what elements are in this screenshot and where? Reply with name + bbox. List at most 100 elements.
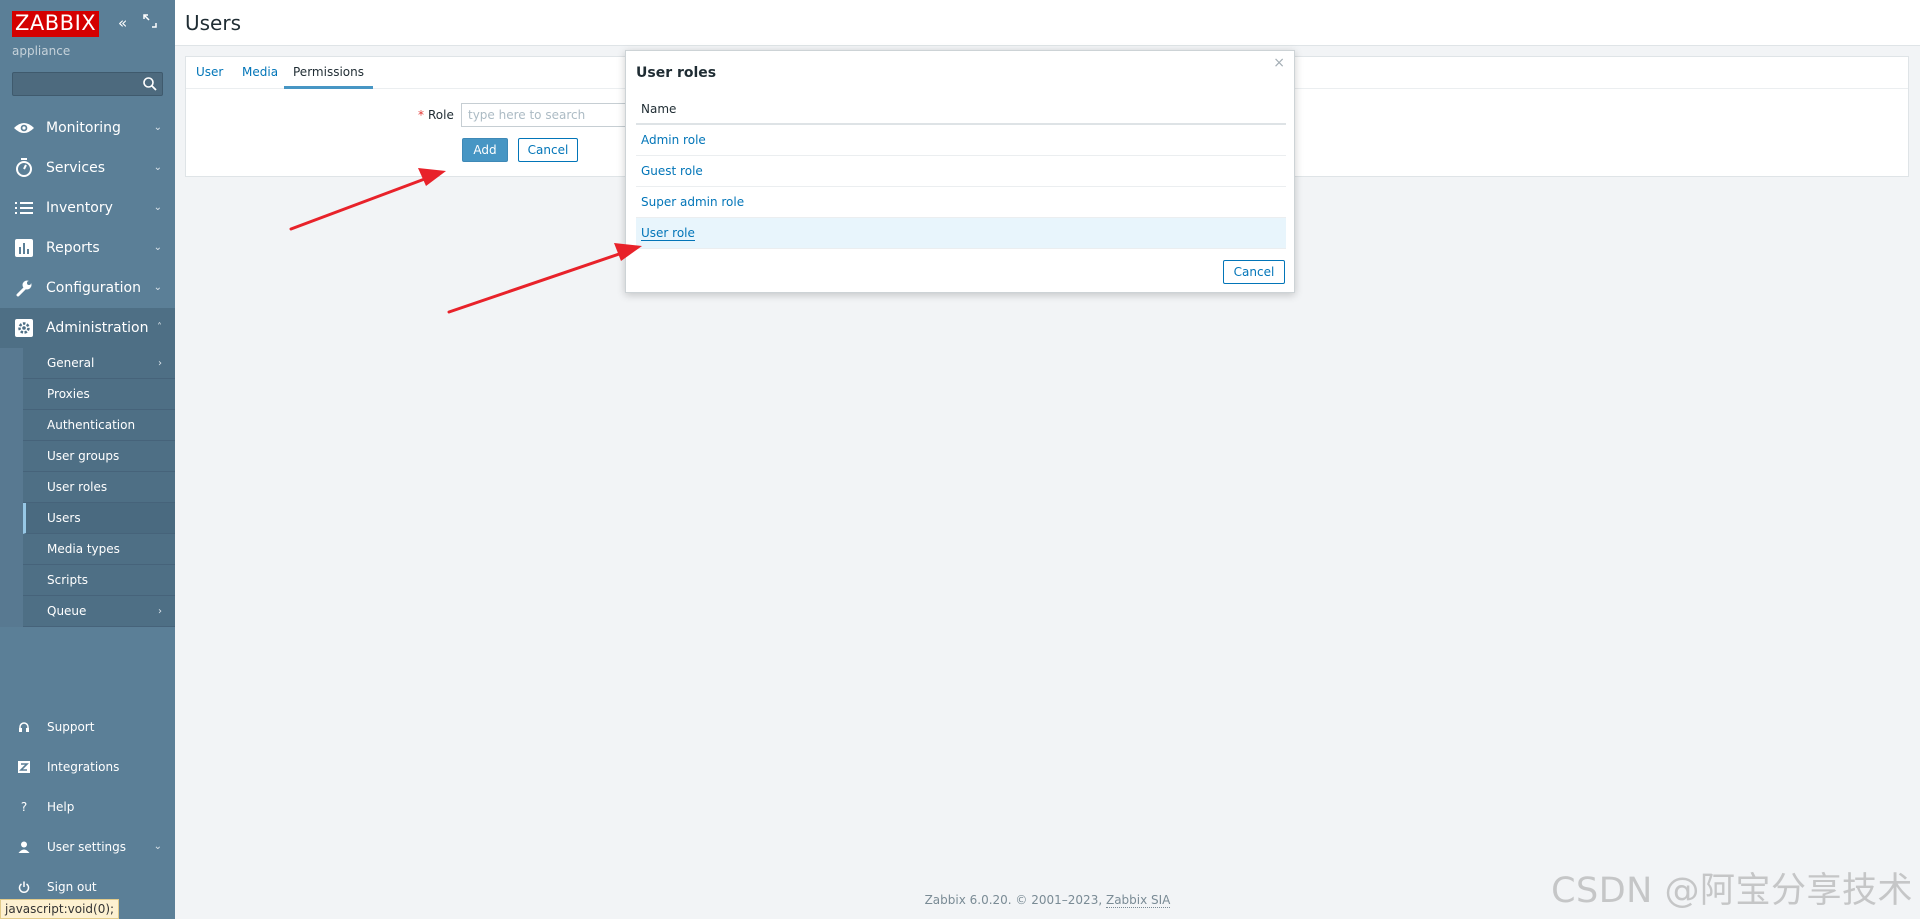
table-row: Guest role [636, 156, 1286, 187]
question-icon: ? [20, 800, 28, 814]
submenu-general[interactable]: General › [23, 348, 175, 379]
menu-label: User settings [47, 840, 127, 854]
bottom-menu: Support Integrations ? Help User setting… [0, 707, 175, 907]
submenu-users[interactable]: Users [23, 503, 175, 534]
chevron-down-icon: ⌄ [153, 242, 162, 253]
headset-icon [16, 719, 32, 735]
chevron-down-icon: ⌄ [153, 162, 162, 173]
chevron-right-icon: › [158, 606, 162, 617]
status-bar-url: javascript:void(0); [0, 899, 120, 919]
cancel-button[interactable]: Cancel [518, 138, 578, 162]
submenu-label: Media types [47, 542, 120, 556]
page-header: Users [175, 0, 1920, 46]
user-icon [16, 839, 32, 855]
menu-label: Administration [46, 320, 149, 336]
z-icon [16, 759, 32, 775]
close-icon[interactable]: × [1273, 55, 1285, 71]
submenu-user-groups[interactable]: User groups [23, 441, 175, 472]
menu-monitoring[interactable]: Monitoring ⌄ [0, 108, 175, 148]
watermark: CSDN @阿宝分享技术 [1551, 871, 1913, 911]
submenu-label: Queue [47, 604, 87, 618]
menu-support[interactable]: Support [0, 707, 175, 747]
submenu-media-types[interactable]: Media types [23, 534, 175, 565]
menu-services[interactable]: Services ⌄ [0, 148, 175, 188]
sidebar-search [12, 72, 163, 96]
menu-inventory[interactable]: Inventory ⌄ [0, 188, 175, 228]
role-link-admin[interactable]: Admin role [641, 133, 706, 147]
roles-table: Name Admin role Guest role Super admin r… [636, 94, 1286, 249]
table-row: User role [636, 218, 1286, 249]
submenu-label: Users [47, 511, 81, 525]
menu-integrations[interactable]: Integrations [0, 747, 175, 787]
chevron-down-icon: ⌄ [153, 122, 162, 133]
menu-label: Services [46, 160, 106, 176]
wrench-icon [13, 277, 35, 299]
submenu-label: Scripts [47, 573, 89, 587]
red-arrow-icon [447, 243, 642, 314]
tab-media[interactable]: Media [242, 57, 278, 89]
role-link-super-admin[interactable]: Super admin role [641, 195, 744, 209]
menu-label: Integrations [47, 760, 120, 774]
footer-company-link[interactable]: Zabbix SIA [1105, 893, 1171, 908]
submenu-queue[interactable]: Queue › [23, 596, 175, 627]
submenu-user-roles[interactable]: User roles [23, 472, 175, 503]
collapse-sidebar-icon[interactable]: « [118, 14, 127, 32]
kiosk-mode-icon[interactable] [143, 14, 157, 32]
menu-reports[interactable]: Reports ⌄ [0, 228, 175, 268]
role-label: * Role [418, 108, 454, 122]
main-menu: Monitoring ⌄ Services ⌄ Inventory ⌄ Repo… [0, 108, 175, 627]
menu-label: Sign out [47, 880, 97, 894]
submenu-label: User roles [47, 480, 108, 494]
chevron-down-icon: ⌄ [153, 282, 162, 293]
submenu-label: Authentication [47, 418, 136, 432]
zabbix-logo[interactable]: ZABBIX [12, 11, 100, 37]
page-title: Users [185, 11, 242, 35]
bar-chart-icon [13, 237, 35, 259]
user-roles-dialog: User roles × Name Admin role Guest role … [625, 50, 1295, 293]
column-header-name[interactable]: Name [636, 94, 1286, 125]
menu-label: Configuration [46, 280, 141, 296]
menu-label: Reports [46, 240, 100, 256]
role-link-user[interactable]: User role [641, 226, 695, 241]
chevron-up-icon: ˄ [157, 322, 162, 333]
menu-user-settings[interactable]: User settings ⌄ [0, 827, 175, 867]
add-button[interactable]: Add [462, 138, 508, 162]
eye-icon [13, 117, 35, 139]
sidebar-search-input[interactable] [13, 73, 139, 95]
list-icon [13, 197, 35, 219]
menu-label: Monitoring [46, 120, 121, 136]
red-arrow-icon [289, 168, 446, 231]
submenu-proxies[interactable]: Proxies [23, 379, 175, 410]
server-name: appliance [12, 44, 71, 58]
stopwatch-icon [13, 157, 35, 179]
tab-permissions[interactable]: Permissions [284, 57, 373, 89]
menu-label: Support [47, 720, 95, 734]
menu-help[interactable]: ? Help [0, 787, 175, 827]
dialog-title: User roles [636, 65, 717, 81]
table-row: Super admin role [636, 187, 1286, 218]
gear-icon [13, 317, 35, 339]
menu-label: Inventory [46, 200, 113, 216]
submenu-label: Proxies [47, 387, 90, 401]
menu-configuration[interactable]: Configuration ⌄ [0, 268, 175, 308]
menu-administration[interactable]: Administration ˄ [0, 308, 175, 348]
submenu-label: User groups [47, 449, 120, 463]
tab-user[interactable]: User [196, 57, 223, 89]
menu-label: Help [47, 800, 75, 814]
dialog-cancel-button[interactable]: Cancel [1223, 260, 1285, 284]
search-icon[interactable] [142, 76, 158, 92]
sidebar: ZABBIX « appliance Monitoring ⌄ Services… [0, 0, 175, 919]
power-icon [16, 879, 32, 895]
table-row: Admin role [636, 125, 1286, 156]
footer-text: Zabbix 6.0.20. © 2001–2023, [924, 893, 1106, 907]
required-mark: * [418, 108, 424, 122]
role-search-input[interactable]: type here to search [461, 103, 626, 127]
submenu-label: General [47, 356, 95, 370]
administration-submenu: General › Proxies Authentication User gro… [0, 348, 175, 627]
submenu-authentication[interactable]: Authentication [23, 410, 175, 441]
chevron-right-icon: › [158, 358, 162, 369]
role-link-guest[interactable]: Guest role [641, 164, 703, 178]
submenu-scripts[interactable]: Scripts [23, 565, 175, 596]
logo-row: ZABBIX « [12, 11, 172, 37]
chevron-down-icon: ⌄ [153, 202, 162, 213]
